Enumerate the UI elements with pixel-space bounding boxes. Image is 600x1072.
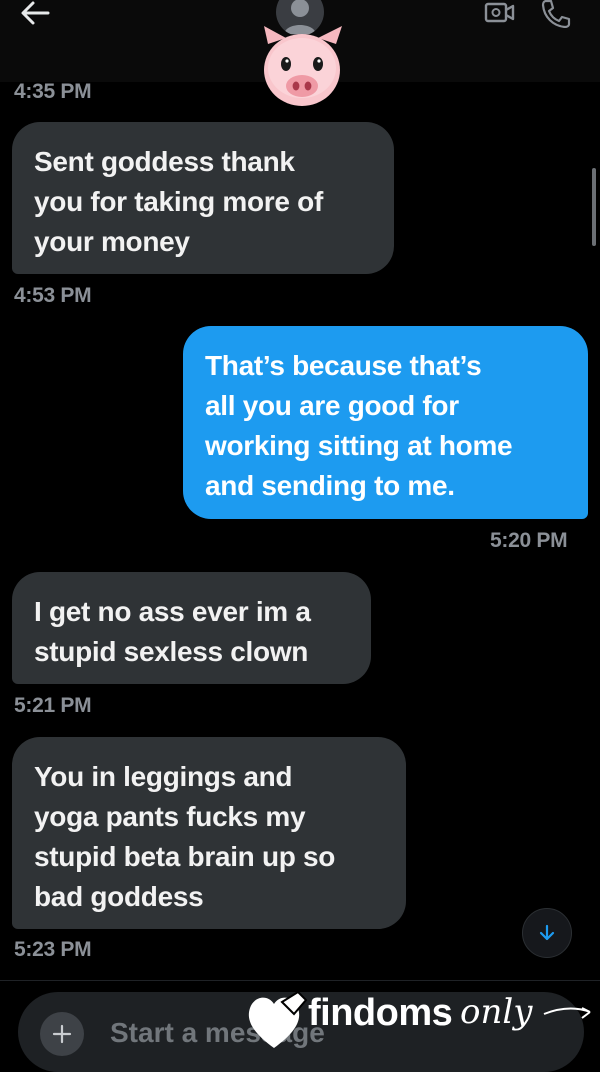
incoming-message-bubble[interactable]: I get no ass ever im a stupid sexless cl…	[12, 572, 371, 684]
message-text-line: You in leggings and	[34, 761, 293, 792]
phone-call-button[interactable]	[538, 0, 572, 29]
message-timestamp: 4:35 PM	[14, 80, 92, 103]
message-timestamp: 5:20 PM	[490, 529, 568, 552]
plus-icon	[52, 1024, 72, 1044]
message-text-line: I get no ass ever im a	[34, 596, 311, 627]
arrow-left-icon	[21, 1, 50, 25]
message-timestamp: 4:53 PM	[14, 284, 92, 307]
message-text-line: all you are good for	[205, 390, 459, 421]
message-text-line: and sending to me.	[205, 470, 455, 501]
message-timestamp: 5:21 PM	[14, 694, 92, 717]
scrollbar-thumb[interactable]	[592, 168, 596, 246]
incoming-message-bubble[interactable]: You in leggings and yoga pants fucks my …	[12, 737, 406, 929]
composer-divider	[0, 980, 600, 981]
scroll-to-bottom-button[interactable]	[522, 908, 572, 958]
message-text-line: you for taking more of	[34, 186, 323, 217]
incoming-message-bubble[interactable]: Sent goddess thank you for taking more o…	[12, 122, 394, 274]
message-text-line: your money	[34, 226, 190, 257]
back-button[interactable]	[18, 0, 52, 28]
message-text-line: stupid beta brain up so	[34, 841, 336, 872]
add-media-button[interactable]	[40, 1012, 84, 1056]
message-text-line: stupid sexless clown	[34, 636, 309, 667]
watermark-brand: findoms	[308, 992, 453, 1034]
message-text-line: bad goddess	[34, 881, 204, 912]
outgoing-message-bubble[interactable]: That’s because that’s all you are good f…	[183, 326, 588, 519]
watermark-script: only	[460, 992, 533, 1032]
message-text-line: That’s because that’s	[205, 350, 482, 381]
message-text-line: yoga pants fucks my	[34, 801, 306, 832]
message-text-line: Sent goddess thank	[34, 146, 295, 177]
phone-icon	[541, 0, 571, 29]
video-camera-icon	[484, 2, 515, 23]
pig-face-icon	[256, 24, 348, 108]
message-text-line: working sitting at home	[205, 430, 513, 461]
arrow-down-icon	[539, 924, 555, 941]
message-timestamp: 5:23 PM	[14, 938, 92, 961]
video-call-button[interactable]	[482, 0, 516, 28]
